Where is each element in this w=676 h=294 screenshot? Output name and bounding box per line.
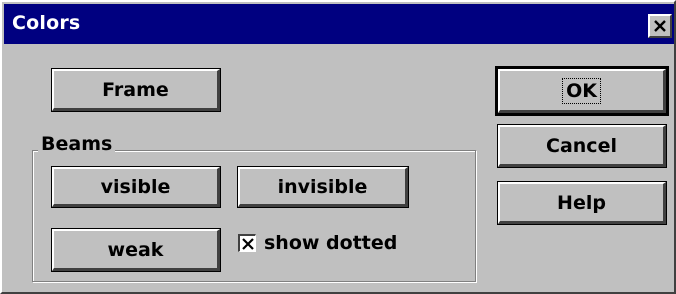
- show-dotted-checkbox-box[interactable]: [238, 234, 256, 252]
- show-dotted-label: show dotted: [264, 232, 398, 254]
- help-button-label: Help: [557, 191, 606, 214]
- invisible-button[interactable]: invisible: [237, 166, 409, 208]
- frame-button-label: Frame: [102, 78, 169, 101]
- checkmark-x-icon: [241, 237, 254, 250]
- frame-button[interactable]: Frame: [51, 68, 221, 112]
- help-button[interactable]: Help: [497, 181, 667, 225]
- dialog-title: Colors: [12, 12, 81, 34]
- cancel-button-label: Cancel: [546, 134, 617, 157]
- visible-button-label: visible: [100, 175, 171, 198]
- ok-button[interactable]: OK: [495, 66, 669, 116]
- close-button[interactable]: [648, 14, 672, 38]
- weak-button-label: weak: [107, 238, 164, 261]
- beams-group-label: Beams: [38, 133, 116, 155]
- weak-button[interactable]: weak: [51, 228, 221, 272]
- cancel-button[interactable]: Cancel: [497, 124, 667, 168]
- ok-button-label: OK: [562, 77, 601, 104]
- colors-dialog: Colors Frame Beams visible invisible wea…: [0, 0, 676, 294]
- close-icon: [654, 20, 666, 32]
- visible-button[interactable]: visible: [51, 166, 221, 208]
- invisible-button-label: invisible: [277, 175, 368, 198]
- title-bar[interactable]: Colors: [4, 4, 674, 44]
- show-dotted-checkbox[interactable]: show dotted: [238, 232, 397, 254]
